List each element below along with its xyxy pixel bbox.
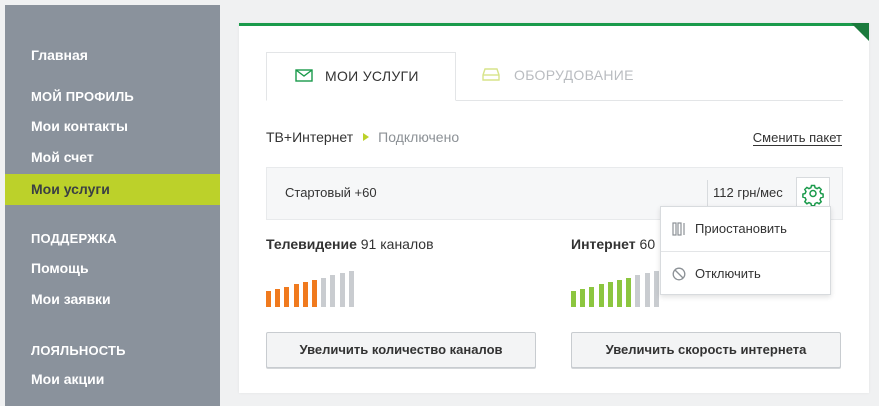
internet-title: Интернет 60 [571, 236, 655, 252]
sidebar-item-home[interactable]: Главная [5, 40, 220, 71]
service-name: ТВ+Интернет [266, 129, 354, 145]
sidebar-item-services[interactable]: Мои услуги [5, 174, 220, 205]
internet-label: Интернет [571, 236, 636, 252]
change-package-link[interactable]: Сменить пакет [752, 130, 842, 146]
tab-label: МОИ УСЛУГИ [325, 68, 419, 84]
internet-level-bar [589, 286, 595, 307]
sidebar-heading-profile: МОЙ ПРОФИЛЬ [31, 89, 134, 104]
increase-channels-button[interactable]: Увеличить количество каналов [266, 332, 536, 368]
menu-item-label: Приостановить [695, 221, 787, 236]
sidebar-item-requests[interactable]: Мои заявки [5, 284, 220, 315]
tv-label: Телевидение [266, 236, 357, 252]
menu-item-suspend[interactable]: Приостановить [661, 207, 830, 251]
router-icon [482, 68, 500, 81]
tv-level-bar [293, 284, 299, 307]
tv-level-bar [339, 273, 345, 307]
tabs: МОИ УСЛУГИ ОБОРУДОВАНИЕ [266, 52, 843, 101]
sidebar-item-help[interactable]: Помощь [5, 253, 220, 284]
tv-detail: 91 каналов [360, 236, 434, 252]
gear-icon [802, 184, 824, 207]
internet-detail: 60 [639, 236, 656, 252]
tv-level-bar [302, 282, 308, 307]
pause-icon [672, 222, 685, 236]
internet-level-bar [653, 271, 659, 307]
tv-level-bar [348, 271, 354, 307]
service-breadcrumb: ТВ+Интернет Подключено [266, 129, 459, 145]
disable-icon [672, 267, 686, 281]
internet-level-bar [635, 275, 641, 307]
sidebar-item-label: Мои услуги [31, 181, 110, 197]
sidebar: Главная МОЙ ПРОФИЛЬ Мои контакты Мой сче… [5, 5, 220, 406]
corner-fold [851, 23, 869, 41]
sidebar-item-label: Мои акции [31, 371, 105, 387]
internet-level-bar [644, 273, 650, 307]
sidebar-heading-loyalty: ЛОЯЛЬНОСТЬ [31, 343, 126, 358]
internet-level-bar [571, 291, 576, 307]
tab-equipment[interactable]: ОБОРУДОВАНИЕ [482, 52, 702, 101]
tv-level-bar [266, 291, 271, 307]
internet-level-bar [598, 284, 604, 307]
divider [707, 180, 708, 208]
arrow-right-icon [363, 133, 370, 141]
tv-level-bar [330, 275, 336, 307]
tab-my-services[interactable]: МОИ УСЛУГИ [266, 52, 456, 101]
tv-level-bar [275, 288, 281, 307]
sidebar-item-contacts[interactable]: Мои контакты [5, 111, 220, 142]
menu-item-disable[interactable]: Отключить [661, 251, 830, 295]
tv-level-bar [284, 286, 290, 307]
sidebar-heading-support: ПОДДЕРЖКА [31, 231, 117, 246]
envelope-icon [295, 69, 313, 82]
internet-level-indicator [571, 270, 661, 307]
sidebar-item-label: Мои заявки [31, 291, 111, 307]
sidebar-item-label: Мои контакты [31, 118, 129, 134]
service-status: Подключено [378, 129, 460, 145]
plan-actions-menu: Приостановить Отключить [660, 206, 831, 295]
tv-level-bar [312, 279, 317, 307]
plan-name: Стартовый +60 [285, 185, 377, 200]
sidebar-item-label: Мой счет [31, 149, 94, 165]
tv-title: Телевидение 91 каналов [266, 236, 434, 252]
sidebar-item-promotions[interactable]: Мои акции [5, 364, 220, 395]
sidebar-item-label: Помощь [31, 260, 89, 276]
tv-level-indicator [266, 270, 356, 307]
internet-level-bar [617, 279, 622, 307]
internet-level-bar [626, 277, 632, 307]
sidebar-item-account[interactable]: Мой счет [5, 142, 220, 173]
internet-level-bar [580, 288, 586, 307]
tab-label: ОБОРУДОВАНИЕ [514, 67, 634, 83]
increase-speed-button[interactable]: Увеличить скорость интернета [571, 332, 841, 368]
sidebar-item-label: Главная [31, 47, 88, 63]
menu-item-label: Отключить [695, 266, 761, 281]
plan-price: 112 грн/мес [713, 185, 783, 200]
tv-level-bar [321, 277, 327, 307]
internet-level-bar [607, 282, 613, 307]
